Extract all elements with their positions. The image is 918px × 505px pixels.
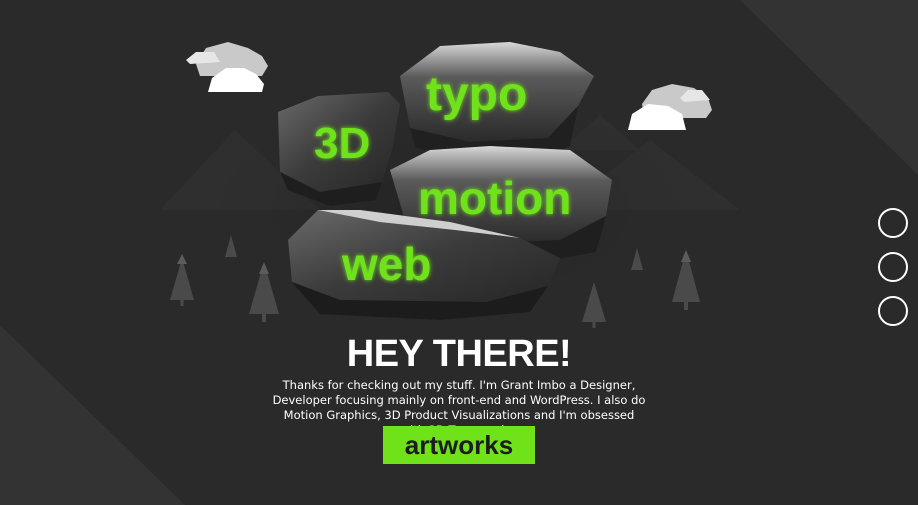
pine-tree — [170, 254, 194, 306]
art-word-3d: 3D — [314, 119, 370, 168]
cloud-right — [628, 84, 712, 130]
hero-headline: HEY THERE! — [346, 333, 572, 375]
artworks-button[interactable]: artworks — [383, 426, 535, 464]
cloud-left — [186, 42, 268, 92]
art-word-typo: typo — [426, 68, 527, 121]
side-nav-dot-3[interactable]: circle-nav-icon — [878, 296, 908, 326]
art-word-motion: motion — [418, 172, 571, 224]
side-nav-dot-2[interactable]: circle-nav-icon — [878, 252, 908, 282]
side-nav-dot-1[interactable]: circle-nav-icon — [878, 208, 908, 238]
art-word-web: web — [341, 238, 431, 290]
